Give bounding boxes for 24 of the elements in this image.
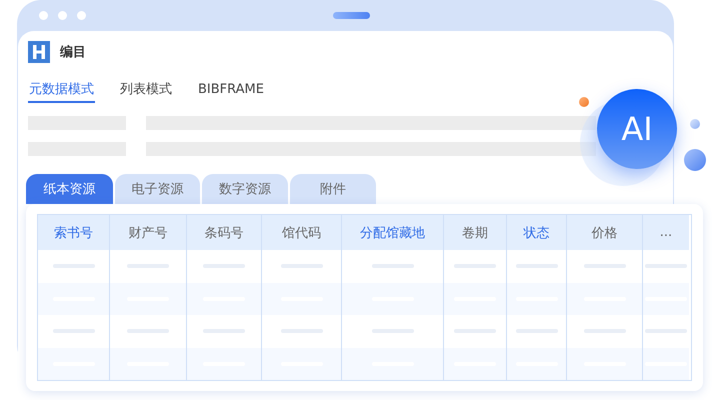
resource-tab[interactable]: 附件 [290, 174, 376, 204]
window-dot [39, 11, 48, 20]
column-header: 财产号 [110, 215, 187, 250]
column-header: 分配馆藏地 [342, 215, 444, 250]
column-header: 状态 [507, 215, 567, 250]
decor-dot [684, 149, 706, 171]
window-dot [77, 11, 86, 20]
resource-tab[interactable]: 电子资源 [115, 174, 200, 204]
column-header: 馆代码 [262, 215, 342, 250]
view-tab[interactable]: BIBFRAME [197, 77, 265, 103]
window-dot [58, 11, 67, 20]
app-title: 编目 [60, 44, 86, 61]
view-tab[interactable]: 元数据模式 [28, 77, 95, 103]
resource-tab[interactable]: 纸本资源 [26, 174, 113, 204]
logo-icon [28, 41, 50, 63]
column-header: 价格 [567, 215, 643, 250]
column-header: 索书号 [38, 215, 110, 250]
column-header: 条码号 [187, 215, 262, 250]
column-header: ... [643, 215, 689, 250]
title-pill [333, 12, 370, 19]
column-header: 卷期 [444, 215, 507, 250]
decor-dot [690, 119, 700, 129]
resource-tab[interactable]: 数字资源 [202, 174, 288, 204]
view-tab[interactable]: 列表模式 [119, 77, 173, 103]
